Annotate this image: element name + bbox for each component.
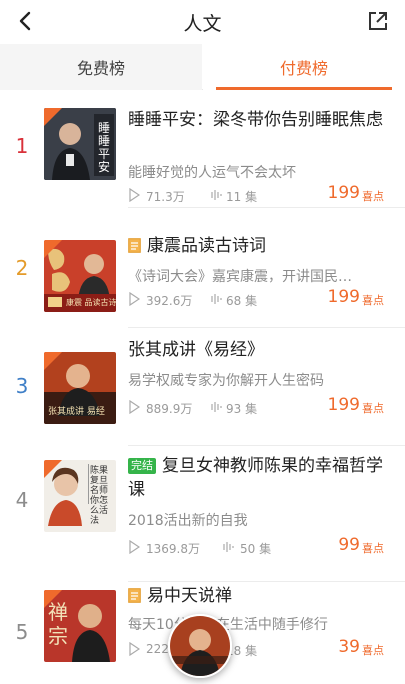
play-count: 889.9万: [146, 402, 193, 416]
item-title[interactable]: 易中天说禅: [128, 584, 384, 608]
item-meta: 1369.8万 50 集 99 喜点: [128, 535, 384, 558]
page-title: 人文: [183, 13, 222, 35]
item-meta: 889.9万 93 集 199 喜点: [128, 395, 384, 418]
play-count: 71.3万: [146, 190, 185, 204]
item-meta: 392.6万 68 集 199 喜点: [128, 287, 384, 310]
episodes-icon: [211, 190, 222, 200]
floating-player-button[interactable]: [168, 614, 232, 678]
price-unit: 喜点: [362, 542, 384, 555]
play-count-icon: [129, 400, 140, 414]
episode-count: 93 集: [226, 402, 258, 416]
document-icon: [128, 238, 141, 253]
item-meta: 71.3万 11 集 199 喜点: [128, 183, 384, 206]
price: 199: [327, 183, 360, 203]
rank-number: 5: [15, 620, 29, 644]
list-item[interactable]: 3 张其成讲 易经 张其成讲《易经》 易学权威专家为你解开人生密码 889.9万…: [0, 326, 405, 446]
price: 199: [327, 395, 360, 415]
price: 39: [338, 637, 360, 657]
play-count-icon: [129, 188, 140, 202]
item-meta: 222 18 集 39 喜点: [128, 637, 384, 660]
album-cover: 张其成讲 易经: [44, 352, 116, 424]
cover-label: 张其成讲 易经: [48, 407, 105, 417]
rank-number: 4: [15, 488, 29, 512]
item-subtitle: 每天10分钟，在生活中随手修行: [128, 617, 328, 633]
list-item[interactable]: 4 陈果 复旦名师 你怎么活法 完结 复旦女神教师陈果的幸福哲学课 2018活出新…: [0, 444, 405, 582]
item-title-text: 康震品读古诗词: [147, 236, 266, 256]
item-title[interactable]: 完结 复旦女神教师陈果的幸福哲学课: [128, 454, 384, 502]
item-title[interactable]: 张其成讲《易经》: [128, 338, 384, 362]
list-item[interactable]: 1 睡睡平安 睡睡平安：梁冬带你告别睡眠焦虑 能睡好觉的人运气不会太坏 71.3…: [0, 90, 405, 208]
cover-label: 睡睡平安: [98, 121, 111, 174]
bookmark-icon: [44, 590, 62, 608]
bookmark-icon: [44, 108, 62, 126]
episodes-icon: [211, 294, 222, 304]
rank-number: 3: [15, 374, 29, 398]
item-title-text: 易中天说禅: [147, 586, 232, 606]
album-cover: 睡睡平安: [44, 108, 116, 180]
episodes-icon: [211, 402, 222, 412]
item-title[interactable]: 睡睡平安：梁冬带你告别睡眠焦虑: [128, 108, 384, 132]
episode-count: 68 集: [226, 294, 258, 308]
play-count: 392.6万: [146, 294, 193, 308]
price: 99: [338, 535, 360, 555]
item-subtitle: 易学权威专家为你解开人生密码: [128, 373, 324, 389]
tab-free-ranking[interactable]: 免费榜: [0, 44, 202, 90]
play-count-icon: [129, 642, 140, 656]
episode-count: 50 集: [240, 542, 272, 556]
item-subtitle: 能睡好觉的人运气不会太坏: [128, 165, 296, 181]
play-count: 1369.8万: [146, 542, 200, 556]
episode-count: 11 集: [226, 190, 258, 204]
play-count: 222: [146, 642, 169, 656]
bookmark-icon: [44, 240, 62, 258]
ranking-tabs: 免费榜 付费榜: [0, 44, 405, 90]
item-title-text: 复旦女神教师陈果的幸福哲学课: [128, 456, 383, 500]
item-subtitle: 《诗词大会》嘉宾康震，开讲国民…: [128, 269, 352, 285]
list-item[interactable]: 2 康震 品读古诗词 康震品读古诗词 《诗词大会》嘉宾康震，开讲国民…: [0, 208, 405, 328]
rank-number: 2: [15, 256, 29, 280]
price-unit: 喜点: [362, 644, 384, 657]
tab-paid-ranking[interactable]: 付费榜: [203, 44, 405, 90]
document-icon: [128, 588, 141, 603]
rank-number: 1: [15, 134, 29, 158]
complete-badge: 完结: [128, 458, 156, 474]
price-unit: 喜点: [362, 190, 384, 203]
play-count-icon: [129, 292, 140, 306]
price: 199: [327, 287, 360, 307]
price-unit: 喜点: [362, 402, 384, 415]
navbar: 人文: [0, 0, 405, 44]
cover-label: 康震 品读古诗词: [66, 298, 116, 307]
album-cover: 陈果 复旦名师 你怎么活法: [44, 460, 116, 532]
bookmark-icon: [44, 460, 62, 478]
cover-label: 陈果 复旦名师 你怎么活法: [90, 466, 109, 526]
album-cover: 康震 品读古诗词: [44, 240, 116, 312]
price-unit: 喜点: [362, 294, 384, 307]
item-title[interactable]: 康震品读古诗词: [128, 234, 384, 258]
play-count-icon: [129, 540, 140, 554]
share-icon[interactable]: [367, 10, 389, 32]
album-cover: 禅宗: [44, 590, 116, 662]
item-subtitle: 2018活出新的自我: [128, 513, 248, 529]
bookmark-icon: [44, 352, 62, 370]
episodes-icon: [223, 542, 234, 552]
